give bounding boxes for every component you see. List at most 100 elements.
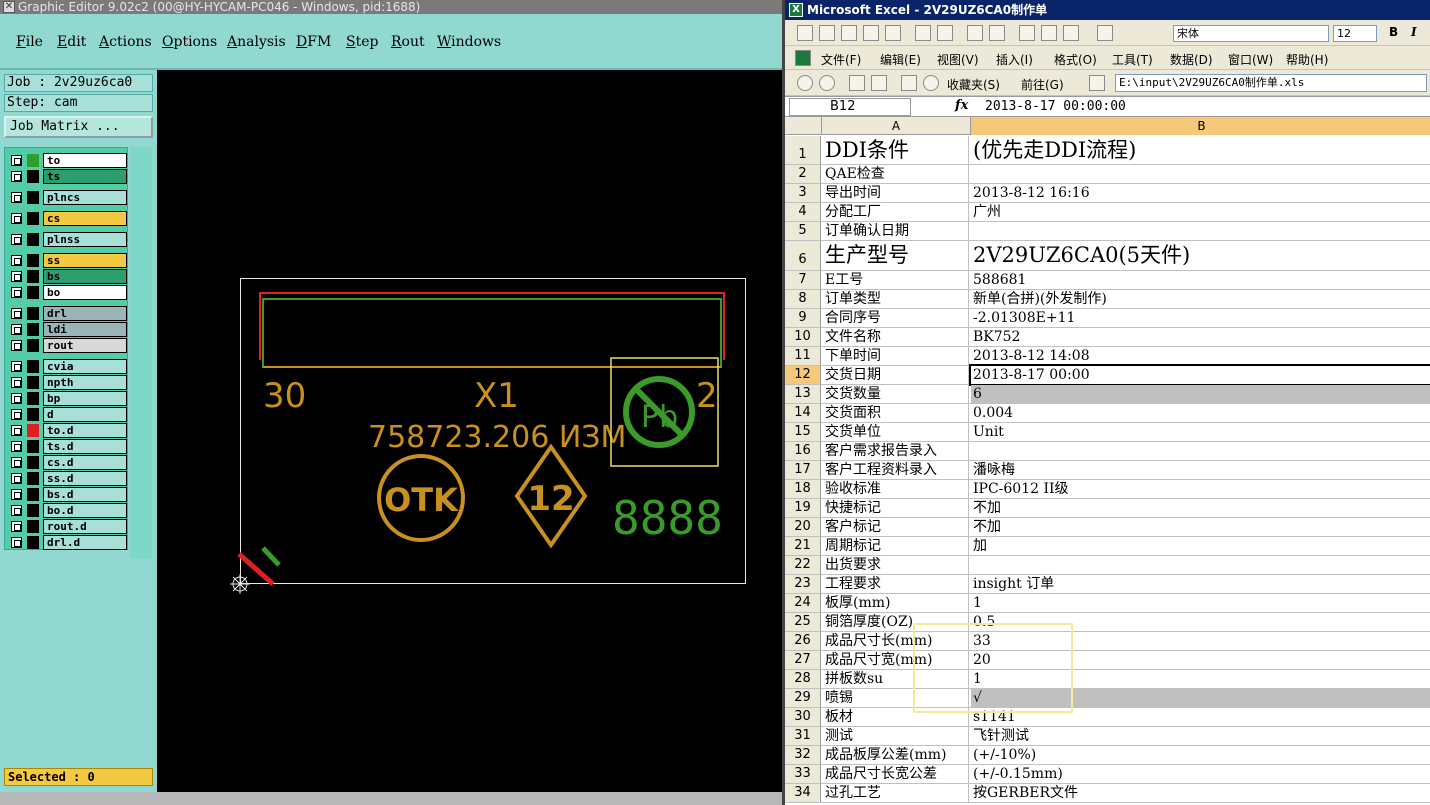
layer-row[interactable]: to (7, 153, 127, 168)
forward-icon[interactable] (819, 75, 835, 91)
cell-b[interactable]: 1 (971, 670, 1430, 688)
row-header[interactable]: 26 (785, 632, 821, 650)
cell-a[interactable]: 喷锡 (823, 689, 969, 707)
cell-b[interactable]: 2013-8-12 14:08 (971, 347, 1430, 365)
layer-name[interactable]: ss.d (43, 471, 127, 486)
row-header[interactable]: 28 (785, 670, 821, 688)
layer-color-swatch[interactable] (27, 286, 39, 299)
show-web-toolbar-icon[interactable] (1089, 75, 1105, 91)
italic-button[interactable]: I (1411, 25, 1417, 39)
layer-row[interactable]: bo.d (7, 503, 127, 518)
bold-button[interactable]: B (1389, 25, 1398, 39)
layer-checkbox[interactable] (11, 409, 22, 420)
menu-analysis[interactable]: Analysis (227, 34, 286, 50)
cell-b[interactable]: (+/-0.15mm) (971, 765, 1430, 783)
cell-b[interactable]: 2013-8-12 16:16 (971, 184, 1430, 202)
sheet-row[interactable]: 10 文件名称 BK752 (785, 328, 1430, 347)
layer-row[interactable]: rout (7, 338, 127, 353)
cell-a[interactable]: 成品板厚公差(mm) (823, 746, 969, 764)
menu-data-cn[interactable]: 数据(D) (1170, 51, 1213, 68)
row-header[interactable]: 27 (785, 651, 821, 669)
cell-a[interactable]: 分配工厂 (823, 203, 969, 221)
row-header[interactable]: 3 (785, 184, 821, 202)
layer-color-swatch[interactable] (27, 323, 39, 336)
sheet-row[interactable]: 33 成品尺寸长宽公差 (+/-0.15mm) (785, 765, 1430, 784)
layer-color-swatch[interactable] (27, 339, 39, 352)
sheet-row[interactable]: 18 验收标准 IPC-6012 II级 (785, 480, 1430, 499)
home-icon[interactable] (901, 75, 917, 91)
layer-row[interactable]: bs (7, 269, 127, 284)
layer-row[interactable]: ts (7, 169, 127, 184)
layer-row[interactable]: cs.d (7, 455, 127, 470)
cell-b[interactable]: IPC-6012 II级 (971, 480, 1430, 498)
row-header[interactable]: 22 (785, 556, 821, 574)
row-header[interactable]: 9 (785, 309, 821, 327)
copy-icon[interactable] (1041, 25, 1057, 41)
sheet-row[interactable]: 11 下单时间 2013-8-12 14:08 (785, 347, 1430, 366)
cell-b[interactable]: 0.5 (971, 613, 1430, 631)
cell-a[interactable]: 合同序号 (823, 309, 969, 327)
print-icon[interactable] (915, 25, 931, 41)
menu-step[interactable]: Step (346, 34, 378, 50)
layer-name[interactable]: drl.d (43, 535, 127, 550)
formula-input[interactable]: 2013-8-17 00:00:00 (985, 99, 1126, 114)
sheet-row[interactable]: 1 DDI条件 (优先走DDI流程) (785, 136, 1430, 165)
row-header[interactable]: 2 (785, 165, 821, 183)
layer-color-swatch[interactable] (27, 504, 39, 517)
cell-a[interactable]: QAE检查 (823, 165, 969, 183)
cell-b[interactable]: BK752 (971, 328, 1430, 346)
row-header[interactable]: 13 (785, 385, 821, 403)
row-header[interactable]: 14 (785, 404, 821, 422)
row-header[interactable]: 11 (785, 347, 821, 365)
cell-b[interactable]: 飞针测试 (971, 727, 1430, 745)
layer-name[interactable]: ldi (43, 322, 127, 337)
layer-name[interactable]: bs (43, 269, 127, 284)
layer-row[interactable]: to.d (7, 423, 127, 438)
row-header[interactable]: 32 (785, 746, 821, 764)
sheet-row[interactable]: 6 生产型号 2V29UZ6CA0(5天件) (785, 241, 1430, 271)
layer-color-swatch[interactable] (27, 520, 39, 533)
layer-checkbox[interactable] (11, 473, 22, 484)
cell-a[interactable]: DDI条件 (823, 136, 969, 164)
layer-name[interactable]: rout.d (43, 519, 127, 534)
layer-name[interactable]: rout (43, 338, 127, 353)
workbook-icon[interactable] (795, 50, 811, 66)
sheet-row[interactable]: 17 客户工程资料录入 潘咏梅 (785, 461, 1430, 480)
cell-a[interactable]: 测试 (823, 727, 969, 745)
sheet-row[interactable]: 19 快捷标记 不加 (785, 499, 1430, 518)
layer-color-swatch[interactable] (27, 233, 39, 246)
job-matrix-button[interactable]: Job Matrix ... (4, 116, 153, 138)
layer-row[interactable]: plncs (7, 190, 127, 205)
cell-b[interactable]: 0.004 (971, 404, 1430, 422)
layer-color-swatch[interactable] (27, 536, 39, 549)
row-header[interactable]: 17 (785, 461, 821, 479)
layer-row[interactable]: plnss (7, 232, 127, 247)
layer-name[interactable]: bo (43, 285, 127, 300)
layer-row[interactable]: rout.d (7, 519, 127, 534)
sheet-row[interactable]: 21 周期标记加 (785, 537, 1430, 556)
cell-b[interactable]: 33 (971, 632, 1430, 650)
cell-b[interactable]: 广州 (971, 203, 1430, 221)
layer-color-swatch[interactable] (27, 456, 39, 469)
sheet-row[interactable]: 14 交货面积 0.004 (785, 404, 1430, 423)
favorites-menu[interactable]: 收藏夹(S) (947, 76, 1000, 93)
menu-window-cn[interactable]: 窗口(W) (1228, 51, 1273, 68)
layer-color-swatch[interactable] (27, 254, 39, 267)
sheet-row[interactable]: 26 成品尺寸长(mm) 33 (785, 632, 1430, 651)
layer-checkbox[interactable] (11, 324, 22, 335)
cell-b[interactable]: 潘咏梅 (971, 461, 1430, 479)
row-header[interactable]: 18 (785, 480, 821, 498)
cell-b[interactable]: 2V29UZ6CA0(5天件) (971, 241, 1430, 270)
cell-b[interactable] (971, 165, 1430, 183)
save-icon[interactable] (841, 25, 857, 41)
cell-a[interactable]: 工程要求 (823, 575, 969, 593)
menu-windows[interactable]: Windows (437, 34, 501, 50)
cell-a[interactable]: 出货要求 (823, 556, 969, 574)
search-web-icon[interactable] (923, 75, 939, 91)
sheet-row[interactable]: 4 分配工厂 广州 (785, 203, 1430, 222)
sheet-row[interactable]: 32 成品板厚公差(mm) (+/-10%) (785, 746, 1430, 765)
sheet-row[interactable]: 20 客户标记 不加 (785, 518, 1430, 537)
layer-checkbox[interactable] (11, 361, 22, 372)
cell-b[interactable]: 2013-8-17 00:00 (969, 364, 1430, 386)
layer-color-swatch[interactable] (27, 440, 39, 453)
